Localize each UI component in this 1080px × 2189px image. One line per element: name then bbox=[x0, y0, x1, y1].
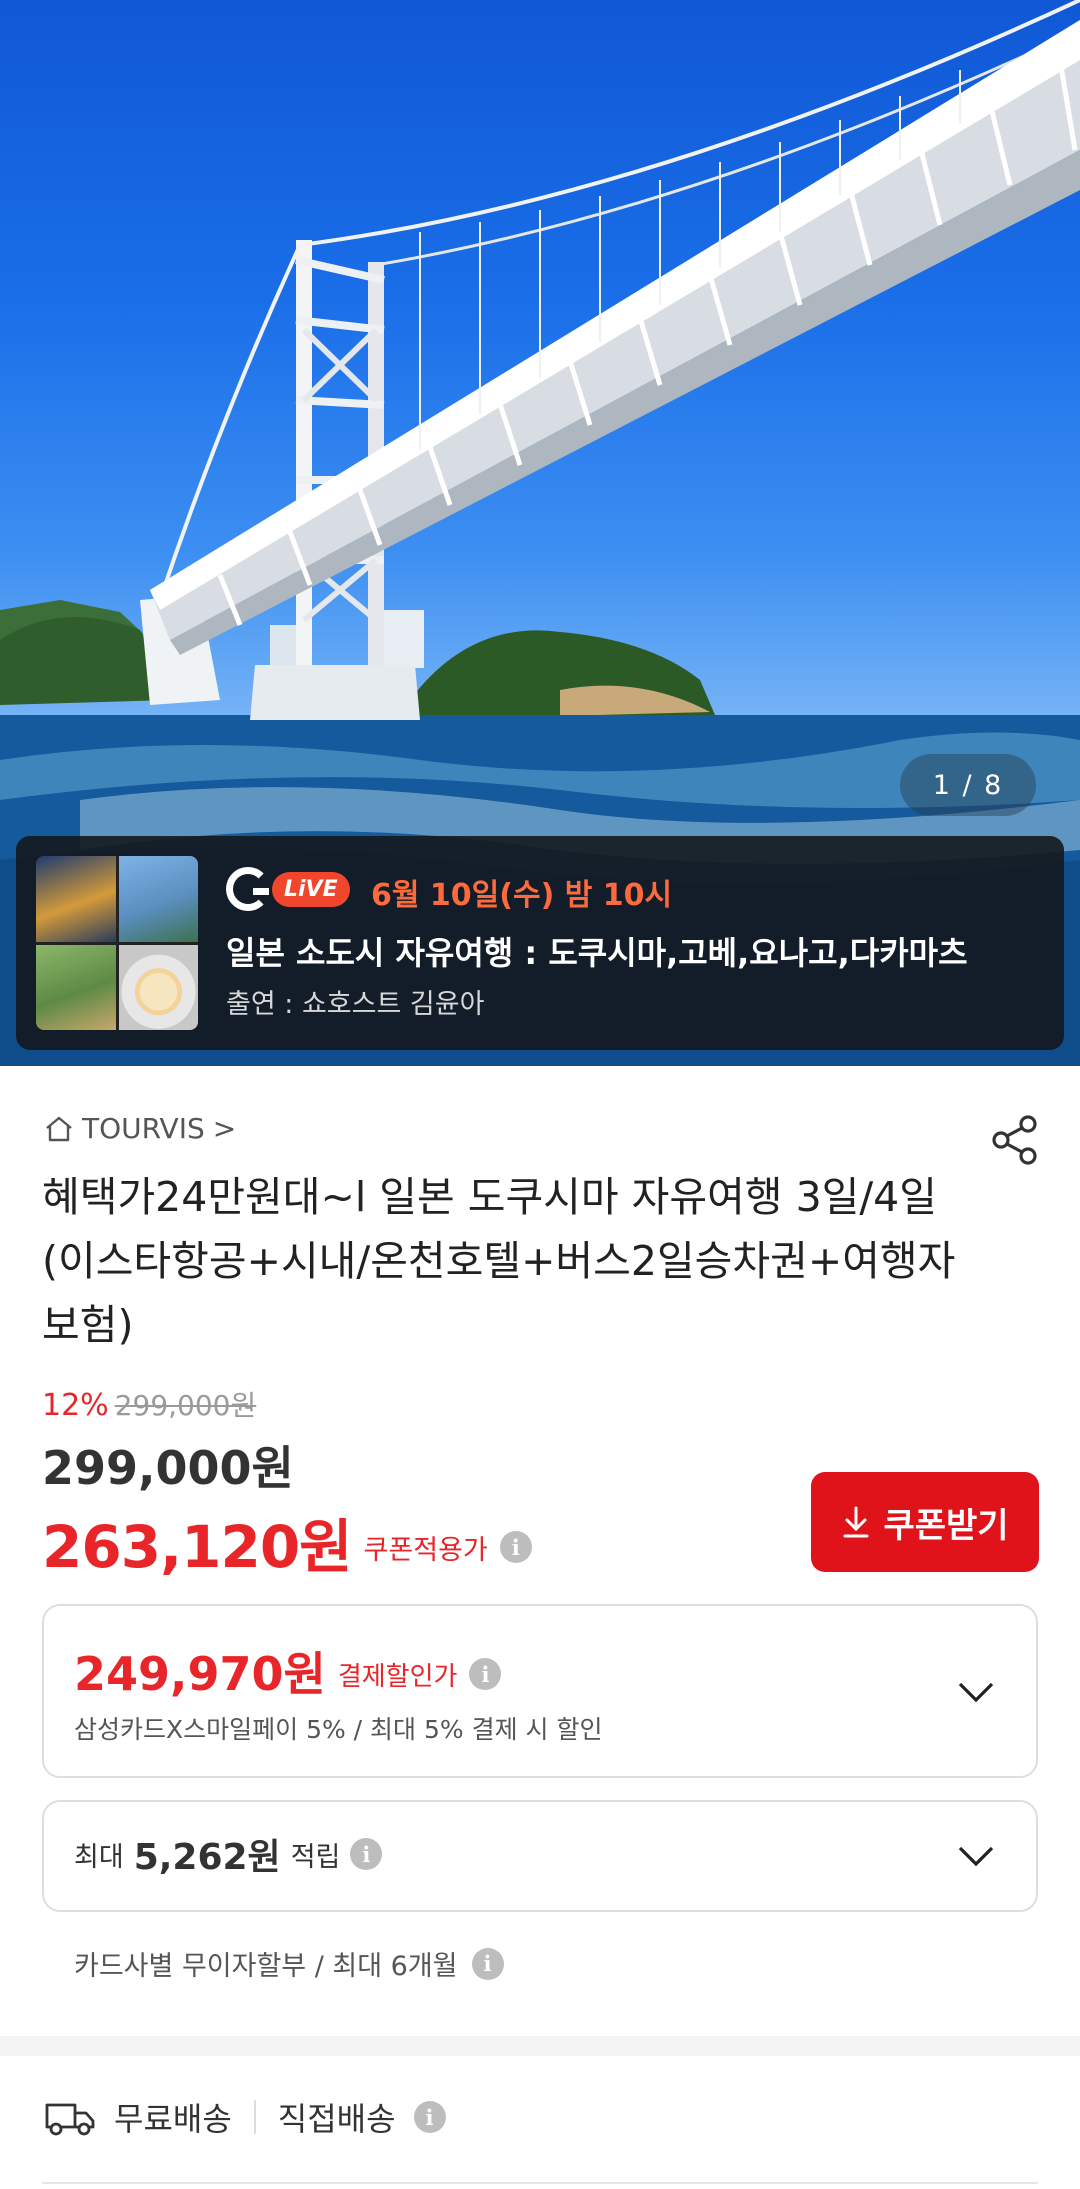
installment-info: 카드사별 무이자할부 / 최대 6개월 i bbox=[74, 1944, 504, 1983]
coupon-price-label: 쿠폰적용가 bbox=[363, 1534, 488, 1566]
section-divider bbox=[0, 2036, 1080, 2056]
info-icon[interactable]: i bbox=[469, 1658, 502, 1690]
truck-icon bbox=[45, 2103, 95, 2136]
info-icon[interactable]: i bbox=[499, 1531, 532, 1563]
payment-price-row: 249,970원 결제할인가 i bbox=[74, 1638, 502, 1704]
live-title: 일본 소도시 자유여행 : 도쿠시마,고베,요나고,다카마츠 bbox=[226, 934, 968, 972]
thumbnail-tile bbox=[36, 944, 116, 1030]
divider bbox=[42, 2182, 1038, 2184]
live-broadcast-banner[interactable]: LiVE 6월 10일(수) 밤 10시 일본 소도시 자유여행 : 도쿠시마,… bbox=[16, 836, 1064, 1050]
chevron-right-icon: > bbox=[212, 1112, 237, 1145]
chevron-down-icon[interactable] bbox=[956, 1844, 996, 1868]
gallery-page-counter: 1 / 8 bbox=[900, 754, 1036, 816]
download-icon bbox=[843, 1506, 869, 1538]
points-suffix: 적립 bbox=[290, 1841, 341, 1873]
product-title: 혜택가24만원대~l 일본 도쿠시마 자유여행 3일/4일 (이스타항공+시내/… bbox=[42, 1173, 956, 1349]
brand-name: TOURVIS bbox=[82, 1112, 205, 1145]
live-badge: LiVE bbox=[272, 871, 350, 907]
points-card[interactable]: 최대 5,262원 적립 i bbox=[42, 1800, 1038, 1912]
thumbnail-tile bbox=[36, 856, 116, 942]
payment-discount-card[interactable]: 249,970원 결제할인가 i 삼성카드X스마일페이 5% / 최대 5% 결… bbox=[42, 1604, 1038, 1778]
g-logo-icon bbox=[226, 867, 270, 911]
live-host: 출연 : 쇼호스트 김윤아 bbox=[226, 989, 485, 1020]
free-shipping-label: 무료배송 bbox=[114, 2100, 232, 2138]
shipping-row: 무료배송 직접배송 i bbox=[44, 2094, 446, 2140]
glive-logo: LiVE bbox=[226, 866, 350, 912]
shipping-divider bbox=[253, 2100, 256, 2134]
direct-shipping-label: 직접배송 bbox=[277, 2100, 396, 2138]
chevron-down-icon[interactable] bbox=[956, 1680, 996, 1704]
coupon-price: 263,120원 bbox=[42, 1513, 353, 1581]
info-icon[interactable]: i bbox=[471, 1947, 504, 1980]
coupon-price-row: 263,120원 쿠폰적용가 i bbox=[42, 1500, 532, 1584]
live-thumbnail bbox=[36, 856, 198, 1030]
payment-description: 삼성카드X스마일페이 5% / 최대 5% 결제 시 할인 bbox=[74, 1715, 603, 1744]
points-row: 최대 5,262원 적립 i bbox=[74, 1828, 383, 1880]
info-icon[interactable]: i bbox=[413, 2101, 446, 2133]
sale-price: 299,000원 bbox=[42, 1441, 294, 1495]
payment-price-label: 결제할인가 bbox=[337, 1661, 458, 1692]
share-icon[interactable] bbox=[990, 1114, 1040, 1166]
discount-row: 12% 299,000원 bbox=[42, 1384, 256, 1424]
brand-link[interactable]: TOURVIS > bbox=[44, 1112, 236, 1145]
info-icon[interactable]: i bbox=[350, 1838, 383, 1870]
installment-text: 카드사별 무이자할부 / 최대 6개월 bbox=[74, 1951, 458, 1982]
discount-rate: 12% bbox=[42, 1388, 109, 1423]
product-image-gallery[interactable]: 1 / 8 LiVE 6월 10일(수) 밤 10시 일본 소도시 자유여행 :… bbox=[0, 0, 1080, 1066]
home-icon bbox=[46, 1116, 72, 1141]
payment-price: 249,970원 bbox=[74, 1647, 326, 1701]
get-coupon-button[interactable]: 쿠폰받기 bbox=[811, 1472, 1039, 1572]
thumbnail-tile bbox=[118, 856, 198, 942]
original-price: 299,000원 bbox=[114, 1389, 257, 1422]
points-prefix: 최대 bbox=[74, 1841, 124, 1873]
thumbnail-tile bbox=[118, 944, 198, 1030]
points-value: 5,262원 bbox=[133, 1837, 281, 1878]
get-coupon-label: 쿠폰받기 bbox=[883, 1505, 1009, 1546]
live-datetime: 6월 10일(수) 밤 10시 bbox=[371, 878, 673, 913]
